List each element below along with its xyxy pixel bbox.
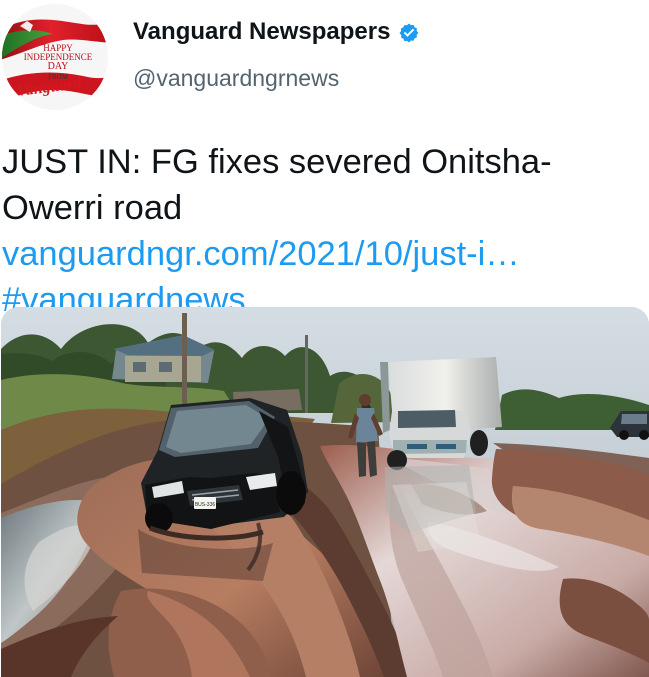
tweet-text-prefix: JUST IN: FG fixes severed Onitsha-Owerri… [2, 143, 552, 227]
avatar[interactable]: HAPPY INDEPENDENCE DAY FROM Vanguard [2, 4, 108, 110]
tweet-header: HAPPY INDEPENDENCE DAY FROM Vanguard Van… [0, 0, 649, 112]
article-link[interactable]: vanguardngr.com/2021/10/just-i… [2, 235, 520, 273]
tweet-media[interactable]: BUS-336 [1, 307, 649, 677]
tweet-text: JUST IN: FG fixes severed Onitsha-Owerri… [2, 139, 637, 323]
author-info: Vanguard Newspapers @vanguardngrnews [133, 14, 633, 104]
damaged-road-photo: BUS-336 [1, 307, 649, 677]
license-plate: BUS-336 [195, 502, 216, 508]
tweet-card: HAPPY INDEPENDENCE DAY FROM Vanguard Van… [0, 0, 649, 677]
display-name-row: Vanguard Newspapers [133, 14, 420, 50]
avatar-line-three: DAY [47, 61, 69, 72]
author-handle[interactable]: @vanguardngrnews [133, 67, 339, 90]
display-name[interactable]: Vanguard Newspapers [133, 20, 390, 44]
verified-badge-icon [399, 22, 419, 43]
